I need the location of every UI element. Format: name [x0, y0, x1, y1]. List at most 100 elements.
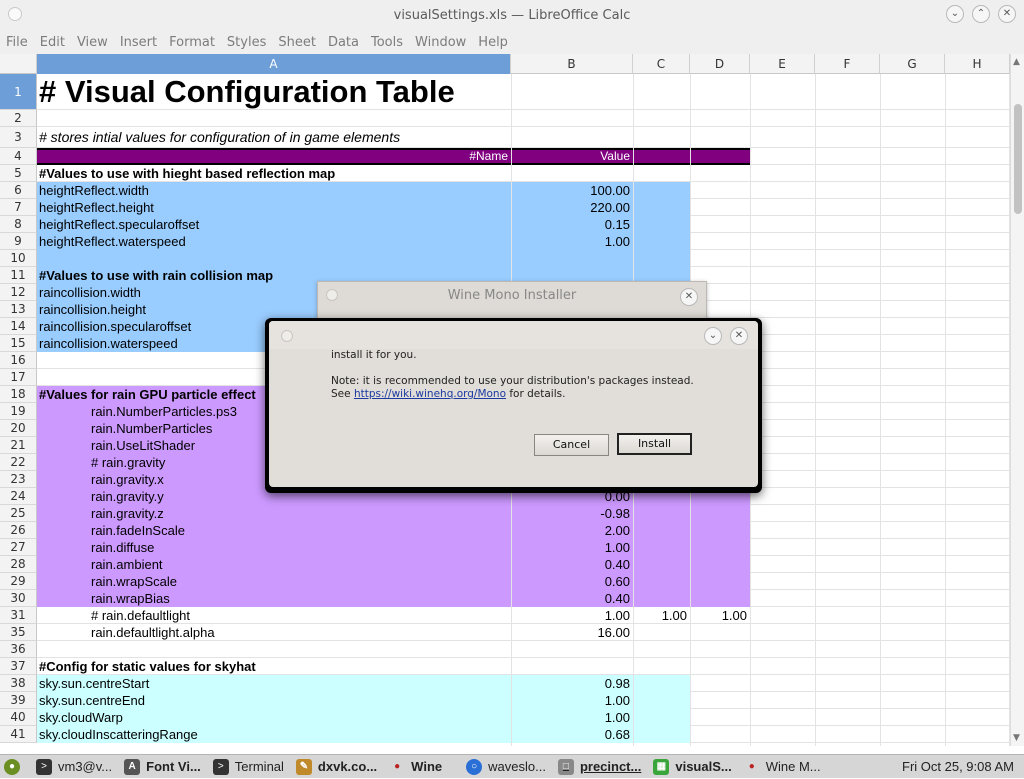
cell-a[interactable]: # Visual Configuration Table	[39, 74, 455, 110]
row-header[interactable]: 18	[0, 386, 37, 403]
row-header[interactable]: 30	[0, 590, 37, 607]
row-header[interactable]: 31	[0, 607, 37, 624]
row-header[interactable]: 29	[0, 573, 37, 590]
cell-a[interactable]: rain.NumberParticles	[91, 420, 212, 437]
cell-a[interactable]: heightReflect.specularoffset	[39, 216, 199, 233]
cell-b[interactable]: 0.40	[511, 590, 630, 607]
row-header[interactable]: 22	[0, 454, 37, 471]
menu-window[interactable]: Window	[415, 35, 466, 50]
cell-b[interactable]: 1.00	[511, 607, 630, 624]
taskbar-item[interactable]: ○ waveslo...	[460, 755, 552, 779]
menu-data[interactable]: Data	[328, 35, 359, 50]
cell-c[interactable]: 1.00	[633, 607, 687, 624]
row-header[interactable]: 2	[0, 110, 37, 127]
cell-b[interactable]: 2.00	[511, 522, 630, 539]
taskbar-item[interactable]: > Terminal	[207, 755, 290, 779]
cell-b[interactable]: 1.00	[511, 692, 630, 709]
menu-format[interactable]: Format	[169, 35, 215, 50]
row-header[interactable]: 19	[0, 403, 37, 420]
row-header[interactable]: 39	[0, 692, 37, 709]
cell-a[interactable]: heightReflect.width	[39, 182, 149, 199]
cell-a[interactable]: rain.gravity.y	[91, 488, 164, 505]
row-header[interactable]: 38	[0, 675, 37, 692]
cell-a[interactable]: #Name	[37, 148, 508, 165]
column-header-g[interactable]: G	[880, 54, 945, 74]
cell-a[interactable]: rain.gravity.z	[91, 505, 164, 522]
row-header[interactable]: 35	[0, 624, 37, 641]
cell-a[interactable]: rain.diffuse	[91, 539, 154, 556]
cancel-button[interactable]: Cancel	[534, 434, 609, 456]
row-header[interactable]: 16	[0, 352, 37, 369]
taskbar-item[interactable]: □ precinct...	[552, 755, 647, 779]
cell-a[interactable]: #Values to use with hieght based reflect…	[39, 165, 335, 182]
dialog-close-button[interactable]: ✕	[680, 288, 698, 306]
taskbar-item[interactable]: ● Wine	[383, 755, 448, 779]
menu-edit[interactable]: Edit	[40, 35, 65, 50]
row-header[interactable]: 1	[0, 74, 37, 110]
row-header[interactable]: 9	[0, 233, 37, 250]
minimize-button[interactable]: ⌄	[946, 5, 964, 23]
cell-a[interactable]: rain.ambient	[91, 556, 163, 573]
cell-a[interactable]: sky.sun.centreEnd	[39, 692, 145, 709]
cell-a[interactable]: rain.gravity.x	[91, 471, 164, 488]
cell-a[interactable]: raincollision.height	[39, 301, 146, 318]
row-header[interactable]: 36	[0, 641, 37, 658]
window-menu-icon[interactable]	[8, 7, 22, 21]
row-header[interactable]: 24	[0, 488, 37, 505]
cell-a[interactable]: raincollision.waterspeed	[39, 335, 178, 352]
menu-styles[interactable]: Styles	[227, 35, 266, 50]
taskbar-item[interactable]: > vm3@v...	[30, 755, 118, 779]
dialog-menu-icon[interactable]	[281, 330, 293, 342]
cell-b[interactable]: 220.00	[511, 199, 630, 216]
close-button[interactable]: ✕	[998, 5, 1016, 23]
column-header-h[interactable]: H	[945, 54, 1010, 74]
menu-view[interactable]: View	[77, 35, 108, 50]
row-header[interactable]: 21	[0, 437, 37, 454]
cell-a[interactable]: heightReflect.height	[39, 199, 154, 216]
cell-a[interactable]: sky.cloudWarp	[39, 709, 123, 726]
cell-a[interactable]: sky.sun.centreStart	[39, 675, 149, 692]
taskbar-item[interactable]: A Font Vi...	[118, 755, 207, 779]
column-header-b[interactable]: B	[511, 54, 633, 74]
taskbar-item[interactable]: ✎ dxvk.co...	[290, 755, 383, 779]
row-header[interactable]: 41	[0, 726, 37, 743]
row-header[interactable]: 3	[0, 127, 37, 148]
maximize-button[interactable]: ⌃	[972, 5, 990, 23]
cell-b[interactable]: 0.40	[511, 556, 630, 573]
scroll-thumb[interactable]	[1014, 104, 1022, 214]
taskbar-item[interactable]: ● Wine M...	[738, 755, 827, 779]
row-header[interactable]: 8	[0, 216, 37, 233]
row-header[interactable]: 5	[0, 165, 37, 182]
cell-a[interactable]: heightReflect.waterspeed	[39, 233, 186, 250]
column-header-d[interactable]: D	[690, 54, 750, 74]
start-menu-button[interactable]: ●	[0, 755, 30, 779]
cell-d[interactable]: 1.00	[690, 607, 747, 624]
cell-b[interactable]: 1.00	[511, 539, 630, 556]
column-header-f[interactable]: F	[815, 54, 880, 74]
cell-b[interactable]: 1.00	[511, 709, 630, 726]
menu-insert[interactable]: Insert	[120, 35, 157, 50]
cell-a[interactable]: rain.defaultlight.alpha	[91, 624, 215, 641]
row-header[interactable]: 13	[0, 301, 37, 318]
row-header[interactable]: 14	[0, 318, 37, 335]
row-header[interactable]: 17	[0, 369, 37, 386]
row-header[interactable]: 27	[0, 539, 37, 556]
cell-a[interactable]: #Values for rain GPU particle effect	[39, 386, 256, 403]
dialog-menu-icon[interactable]	[326, 289, 338, 301]
row-header[interactable]: 40	[0, 709, 37, 726]
cell-b[interactable]: 0.15	[511, 216, 630, 233]
cell-a[interactable]: # rain.defaultlight	[91, 607, 190, 624]
row-header[interactable]: 11	[0, 267, 37, 284]
taskbar-item[interactable]: ▦ visualS...	[647, 755, 737, 779]
column-header-c[interactable]: C	[633, 54, 690, 74]
install-button[interactable]: Install	[617, 433, 692, 455]
cell-a[interactable]: raincollision.width	[39, 284, 141, 301]
corner-select-all[interactable]	[0, 54, 37, 74]
mono-wiki-link[interactable]: https://wiki.winehq.org/Mono	[354, 388, 506, 400]
cell-b[interactable]: Value	[511, 148, 630, 165]
row-header[interactable]: 20	[0, 420, 37, 437]
cell-b[interactable]: 0.68	[511, 726, 630, 743]
column-header-e[interactable]: E	[750, 54, 815, 74]
menu-file[interactable]: File	[6, 35, 28, 50]
dialog-close-button[interactable]: ✕	[730, 327, 748, 345]
